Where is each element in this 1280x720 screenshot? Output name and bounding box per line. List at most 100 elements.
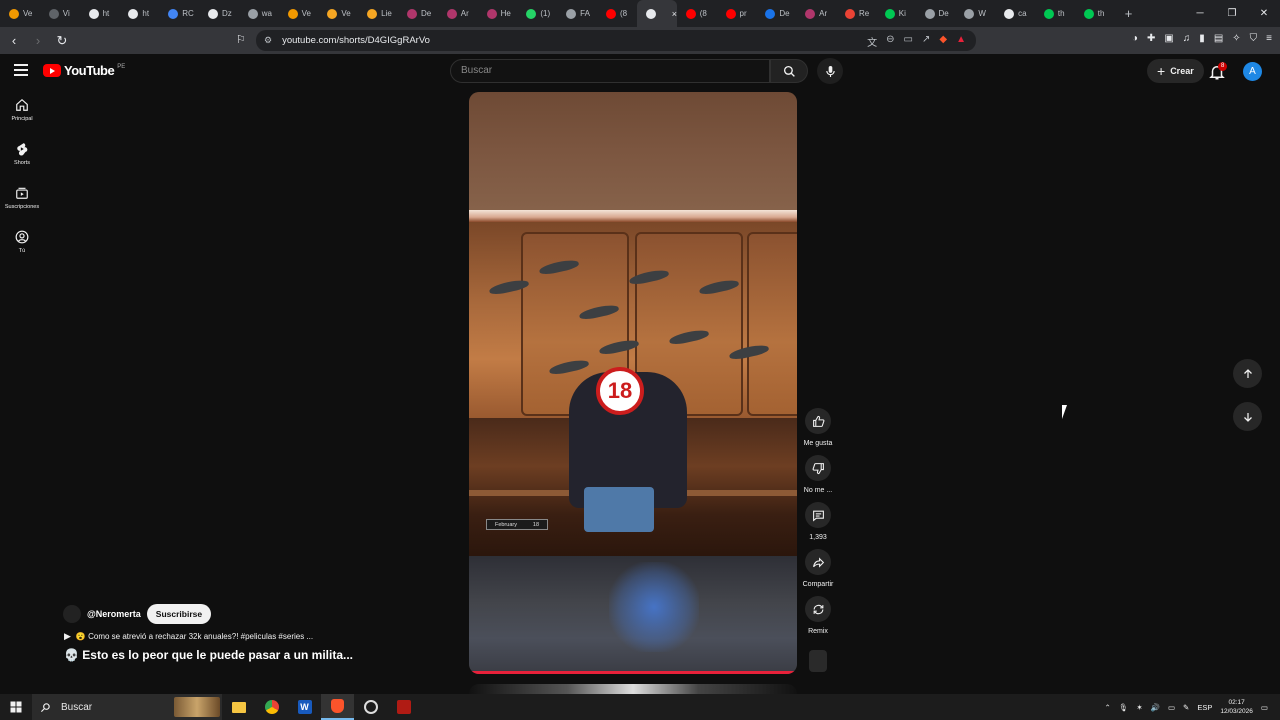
browser-tab[interactable]: ht (80, 0, 120, 27)
thumbs-up-icon (812, 415, 824, 427)
browser-tab[interactable]: wa (239, 0, 279, 27)
vpn-icon[interactable]: ⛉ (1250, 33, 1258, 44)
volume-icon[interactable]: 🔊 (1151, 703, 1160, 712)
brave-browser-icon[interactable] (321, 694, 354, 720)
browser-tab[interactable]: Vi (40, 0, 80, 27)
voice-search-button[interactable] (817, 58, 843, 84)
browser-tab[interactable]: De (398, 0, 438, 27)
browser-tab[interactable]: th (1035, 0, 1075, 27)
menu-icon[interactable]: ≡ (1266, 33, 1272, 44)
chevron-up-icon[interactable]: ⌃ (1104, 703, 1110, 712)
translate-icon[interactable]: 文 (867, 34, 877, 49)
sidebar-toggle-icon[interactable]: ▮ (1199, 33, 1205, 44)
next-short-button[interactable] (1233, 402, 1262, 431)
zoom-icon[interactable]: ⊖ (886, 34, 894, 49)
new-tab-button[interactable]: + (1119, 6, 1139, 21)
browser-tab[interactable]: (1) (517, 0, 557, 27)
browser-tab[interactable]: Lie (358, 0, 398, 27)
sidebar-item-shorts[interactable]: Shorts (0, 134, 44, 178)
browser-tab-active[interactable]: × (636, 0, 677, 27)
share-button[interactable]: Compartir (802, 549, 834, 596)
browser-tab[interactable]: Ve (279, 0, 319, 27)
dota-icon[interactable] (387, 694, 420, 720)
minimize-button[interactable]: ─ (1184, 0, 1216, 27)
maximize-button[interactable]: ❐ (1216, 0, 1248, 27)
site-info-icon[interactable]: ⚙ (264, 35, 272, 46)
search-button[interactable] (770, 59, 808, 83)
browser-tab[interactable]: Ve (0, 0, 40, 27)
file-explorer-icon[interactable] (222, 694, 255, 720)
bluetooth-icon[interactable]: ✶ (1136, 703, 1142, 712)
cast-icon[interactable]: ▭ (904, 34, 913, 49)
account-avatar[interactable]: A (1243, 62, 1262, 81)
reload-button[interactable]: ↻ (52, 33, 72, 49)
comments-button[interactable]: 1,393 (802, 502, 834, 549)
browser-tab[interactable]: th (1075, 0, 1115, 27)
screenshot-icon[interactable]: ▣ (1164, 33, 1173, 44)
sidebar-item-label: Suscripciones (4, 204, 40, 210)
browser-tab[interactable]: De (756, 0, 796, 27)
sound-thumbnail[interactable] (809, 650, 827, 672)
close-window-button[interactable]: ✕ (1248, 0, 1280, 27)
video-progress-bar[interactable] (469, 671, 797, 674)
brave-shields-icon[interactable]: ◆ (939, 34, 947, 49)
address-bar[interactable]: ⚙ youtube.com/shorts/D4GIGgRArVo 文 ⊖ ▭ ↗… (256, 30, 976, 51)
tab-favicon-icon (88, 8, 99, 19)
subscribe-button[interactable]: Suscribirse (146, 604, 212, 624)
hamburger-menu-icon[interactable] (14, 64, 28, 76)
remix-button[interactable]: Remix (802, 596, 834, 643)
browser-tab[interactable]: Ki (876, 0, 916, 27)
short-title[interactable]: 💀 Esto es lo peor que le puede pasar a u… (64, 648, 353, 662)
browser-tab[interactable]: Dz (199, 0, 239, 27)
browser-tab[interactable]: ht (119, 0, 159, 27)
channel-handle[interactable]: @Neromerta (87, 609, 141, 619)
shorts-video-player[interactable]: 18 February 18 (469, 92, 797, 674)
like-button[interactable]: Me gusta (802, 408, 834, 455)
dislike-button[interactable]: No me ... (802, 455, 834, 502)
browser-tab[interactable]: Ve (318, 0, 358, 27)
sidebar-item-subscriptions[interactable]: Suscripciones (0, 178, 44, 222)
url-text[interactable]: youtube.com/shorts/D4GIGgRArVo (282, 35, 430, 46)
previous-short-button[interactable] (1233, 359, 1262, 388)
browser-tab[interactable]: Re (836, 0, 876, 27)
sidebar-item-you[interactable]: Tú (0, 222, 44, 266)
create-button[interactable]: + Crear (1147, 59, 1204, 83)
start-button[interactable] (0, 701, 32, 713)
browser-tab[interactable]: Ar (796, 0, 836, 27)
extensions-icon[interactable]: ✚ (1147, 33, 1155, 44)
search-input[interactable]: Buscar (450, 59, 770, 83)
word-icon[interactable]: W (288, 694, 321, 720)
channel-avatar[interactable] (63, 605, 81, 623)
network-icon[interactable]: ▭ (1168, 703, 1175, 712)
ai-icon[interactable]: ✧ (1232, 33, 1240, 44)
microphone-tray-icon[interactable]: 🎙 (1119, 703, 1129, 712)
pen-icon[interactable]: ✎ (1183, 703, 1189, 712)
language-indicator[interactable]: ESP (1197, 703, 1212, 712)
forward-button[interactable]: › (28, 33, 48, 48)
browser-tab[interactable]: De (916, 0, 956, 27)
notification-center-icon[interactable]: ▭ (1261, 703, 1268, 712)
browser-tab[interactable]: (8 (677, 0, 717, 27)
clock[interactable]: 02:17 12/03/2026 (1220, 698, 1253, 716)
leo-icon[interactable]: ◑ (1132, 33, 1138, 44)
back-button[interactable]: ‹ (4, 33, 24, 48)
browser-tab[interactable]: ca (995, 0, 1035, 27)
taskbar-search[interactable]: Buscar (32, 694, 222, 720)
browser-tab[interactable]: pr (717, 0, 757, 27)
wallet-icon[interactable]: ▤ (1214, 33, 1223, 44)
share-page-icon[interactable]: ↗ (922, 34, 930, 49)
youtube-logo[interactable]: YouTube PE (43, 63, 125, 78)
browser-tab[interactable]: Ar (438, 0, 478, 27)
browser-tab[interactable]: FA (557, 0, 597, 27)
brave-rewards-icon[interactable]: ▲ (956, 34, 966, 49)
browser-tab[interactable]: He (478, 0, 518, 27)
chrome-icon[interactable] (255, 694, 288, 720)
bookmark-icon[interactable]: ⚐ (236, 33, 246, 46)
media-icon[interactable]: ♫ (1183, 33, 1191, 44)
sound-line[interactable]: ▶ 😮 Como se atrevió a rechazar 32k anual… (64, 631, 313, 642)
browser-tab[interactable]: RC (159, 0, 199, 27)
steam-icon[interactable] (354, 694, 387, 720)
browser-tab[interactable]: W (955, 0, 995, 27)
sidebar-item-home[interactable]: Principal (0, 90, 44, 134)
browser-tab[interactable]: (8 (597, 0, 637, 27)
